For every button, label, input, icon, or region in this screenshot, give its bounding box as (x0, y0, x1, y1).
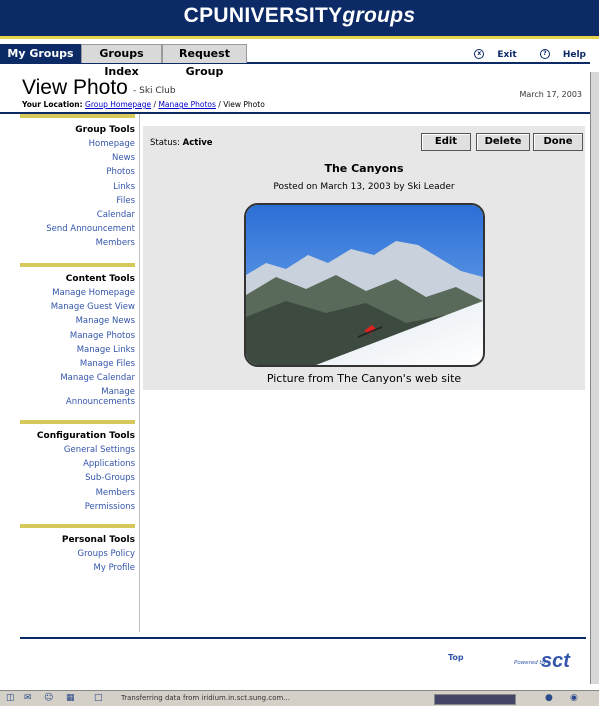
title-groups: groups (342, 4, 416, 27)
sidebar-item-manage-links[interactable]: Manage Links (20, 343, 135, 357)
tab-bar: My Groups Groups Index Request Group x Ex… (0, 40, 590, 78)
tab-groups-index[interactable]: Groups Index (81, 44, 162, 78)
mail-icon[interactable]: ✉ (24, 693, 32, 703)
sidebar-item-manage-announcements[interactable]: Manage Announcements (20, 387, 135, 407)
sidebar: Group Tools Homepage News Photos Links F… (0, 114, 140, 632)
sidebar-item-manage-photos[interactable]: Manage Photos (20, 329, 135, 343)
sidebar-item-links[interactable]: Links (20, 180, 135, 194)
person-icon[interactable]: ☺ (44, 693, 53, 703)
vertical-scrollbar[interactable] (590, 72, 599, 684)
configuration-tools-heading: Configuration Tools (36, 431, 135, 441)
site-title: CPUNIVERSITYgroups (0, 4, 599, 28)
manage-announcements-line2: Announcements (65, 397, 135, 408)
progress-bar (434, 694, 516, 705)
ski-photo (244, 203, 485, 367)
status-message: Transferring data from iridium.in.sct.su… (121, 694, 290, 702)
photo-title: The Canyons (324, 162, 404, 175)
breadcrumb: Your Location: Group Homepage / Manage P… (22, 100, 265, 109)
status-value: Active (182, 138, 213, 148)
personal-tools: Personal Tools Groups Policy My Profile (20, 524, 135, 575)
footer-divider (20, 637, 586, 639)
sidebar-item-manage-files[interactable]: Manage Files (20, 357, 135, 371)
personal-tools-heading: Personal Tools (61, 535, 135, 545)
delete-button[interactable]: Delete (476, 133, 530, 151)
help-label: Help (562, 49, 586, 60)
exit-label: Exit (497, 49, 517, 60)
sidebar-item-manage-homepage[interactable]: Manage Homepage (20, 286, 135, 300)
sidebar-item-members[interactable]: Members (20, 236, 135, 250)
online-icon[interactable]: ◉ (570, 693, 578, 703)
sct-logo[interactable]: sct (541, 650, 570, 673)
page-title: View Photo (22, 76, 128, 99)
security-icon[interactable]: ● (545, 693, 553, 703)
page-header: View Photo - Ski Club Your Location: Gro… (0, 64, 590, 114)
sidebar-item-general-settings[interactable]: General Settings (20, 443, 135, 457)
sidebar-item-permissions[interactable]: Permissions (20, 500, 135, 514)
content-tools-heading: Content Tools (65, 274, 135, 284)
page-date: March 17, 2003 (519, 90, 582, 99)
top-link[interactable]: Top (448, 653, 464, 662)
network-icon: ◫ (6, 693, 15, 703)
browser-status-bar: ◫ ✉ ☺ ▦ □ Transferring data from iridium… (0, 690, 599, 706)
crumb-view-photo: View Photo (223, 100, 265, 109)
site-banner: CPUNIVERSITYgroups (0, 0, 599, 39)
ski-photo-image (246, 205, 483, 365)
sidebar-item-manage-news[interactable]: Manage News (20, 314, 135, 328)
group-tools: Group Tools Homepage News Photos Links F… (20, 114, 135, 251)
crumb-manage-photos[interactable]: Manage Photos (158, 100, 215, 109)
sidebar-item-sub-groups[interactable]: Sub-Groups (20, 471, 135, 485)
sidebar-item-files[interactable]: Files (20, 194, 135, 208)
sidebar-item-my-profile[interactable]: My Profile (20, 561, 136, 575)
photo-posted-line: Posted on March 13, 2003 by Ski Leader (273, 182, 455, 192)
tab-request-group[interactable]: Request Group (162, 44, 247, 78)
crumb-group-homepage[interactable]: Group Homepage (85, 100, 151, 109)
sidebar-item-homepage[interactable]: Homepage (20, 137, 135, 151)
exit-link[interactable]: x Exit (464, 49, 517, 60)
sidebar-item-send-announcement[interactable]: Send Announcement (20, 222, 135, 236)
page-subtitle: - Ski Club (133, 86, 176, 96)
sidebar-item-manage-calendar[interactable]: Manage Calendar (20, 371, 135, 385)
tab-my-groups[interactable]: My Groups (0, 44, 81, 63)
photo-panel: Status: Active Edit Delete Done The Cany… (143, 126, 585, 390)
status-label: Status: (150, 138, 180, 148)
sidebar-item-groups-policy[interactable]: Groups Policy (20, 547, 135, 561)
status-line: Status: Active (150, 138, 213, 148)
content-tools: Content Tools Manage Homepage Manage Gue… (20, 263, 135, 407)
edit-button[interactable]: Edit (421, 133, 471, 151)
window-icon[interactable]: □ (94, 693, 103, 703)
photo-caption: Picture from The Canyon's web site (266, 372, 462, 385)
sidebar-item-config-members[interactable]: Members (20, 486, 135, 500)
sidebar-item-photos[interactable]: Photos (20, 165, 135, 179)
help-link[interactable]: ? Help (530, 49, 586, 60)
location-label: Your Location: (22, 100, 83, 109)
sidebar-item-news[interactable]: News (20, 151, 135, 165)
manage-announcements-line1: Manage (101, 387, 135, 398)
sidebar-item-applications[interactable]: Applications (20, 457, 135, 471)
sidebar-item-manage-guest-view[interactable]: Manage Guest View (20, 300, 135, 314)
title-prefix: CP (183, 4, 214, 27)
done-button[interactable]: Done (533, 133, 583, 151)
exit-icon: x (474, 49, 485, 59)
sidebar-item-calendar[interactable]: Calendar (20, 208, 135, 222)
title-university: UNIVERSITY (213, 4, 343, 27)
group-tools-heading: Group Tools (75, 125, 135, 135)
configuration-tools: Configuration Tools General Settings App… (20, 420, 135, 514)
help-icon: ? (539, 49, 550, 59)
component-icon[interactable]: ▦ (66, 693, 75, 703)
nav-links: x Exit ? Help (454, 49, 586, 60)
